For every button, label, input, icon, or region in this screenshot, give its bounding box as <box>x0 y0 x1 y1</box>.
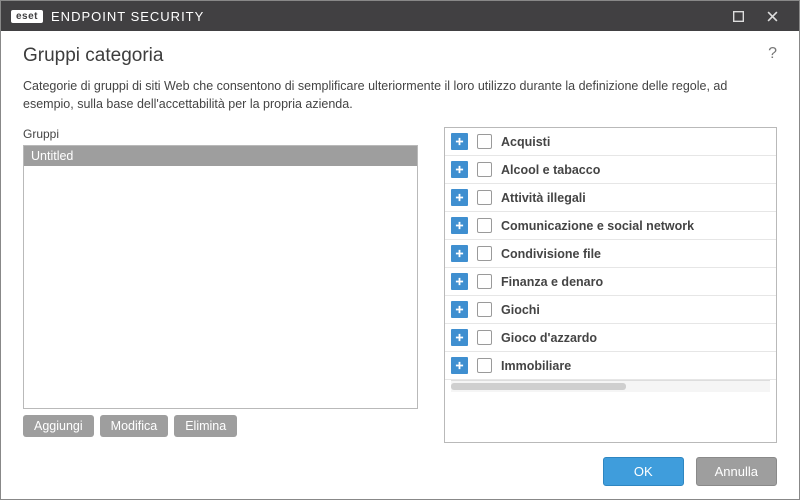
category-label: Comunicazione e social network <box>501 219 694 233</box>
category-row[interactable]: Acquisti <box>445 128 776 156</box>
category-row[interactable]: Alcool e tabacco <box>445 156 776 184</box>
category-row[interactable]: Giochi <box>445 296 776 324</box>
expand-icon[interactable] <box>451 245 468 262</box>
dialog-footer: OK Annulla <box>1 443 799 499</box>
list-item[interactable]: Untitled <box>24 146 417 166</box>
edit-button[interactable]: Modifica <box>100 415 169 437</box>
category-label: Immobiliare <box>501 359 571 373</box>
horizontal-scrollbar[interactable] <box>451 380 770 392</box>
category-checkbox[interactable] <box>477 134 492 149</box>
groups-listbox[interactable]: Untitled <box>23 145 418 409</box>
category-row[interactable]: Finanza e denaro <box>445 268 776 296</box>
category-label: Attività illegali <box>501 191 586 205</box>
cancel-button[interactable]: Annulla <box>696 457 777 486</box>
content-area: ? Gruppi categoria Categorie di gruppi d… <box>1 31 799 443</box>
category-label: Giochi <box>501 303 540 317</box>
category-row[interactable]: Attività illegali <box>445 184 776 212</box>
groups-actions: Aggiungi Modifica Elimina <box>23 415 418 437</box>
expand-icon[interactable] <box>451 133 468 150</box>
delete-button[interactable]: Elimina <box>174 415 237 437</box>
expand-icon[interactable] <box>451 189 468 206</box>
app-window: eset ENDPOINT SECURITY ? Gruppi categori… <box>0 0 800 500</box>
category-checkbox[interactable] <box>477 302 492 317</box>
category-label: Alcool e tabacco <box>501 163 600 177</box>
page-description: Categorie di gruppi di siti Web che cons… <box>23 77 777 113</box>
category-checkbox[interactable] <box>477 162 492 177</box>
categories-box: Acquisti Alcool e tabacco Attività illegal… <box>444 127 777 443</box>
ok-button[interactable]: OK <box>603 457 684 486</box>
category-row[interactable]: Condivisione file <box>445 240 776 268</box>
category-label: Acquisti <box>501 135 550 149</box>
category-label: Finanza e denaro <box>501 275 603 289</box>
add-button[interactable]: Aggiungi <box>23 415 94 437</box>
category-checkbox[interactable] <box>477 274 492 289</box>
category-label: Gioco d'azzardo <box>501 331 597 345</box>
brand-text: ENDPOINT SECURITY <box>51 9 204 24</box>
expand-icon[interactable] <box>451 161 468 178</box>
expand-icon[interactable] <box>451 273 468 290</box>
expand-icon[interactable] <box>451 329 468 346</box>
category-checkbox[interactable] <box>477 190 492 205</box>
maximize-button[interactable] <box>721 1 755 31</box>
expand-icon[interactable] <box>451 357 468 374</box>
brand-badge: eset <box>11 10 43 23</box>
columns: Gruppi Untitled Aggiungi Modifica Elimin… <box>23 127 777 443</box>
square-icon <box>733 11 744 22</box>
category-checkbox[interactable] <box>477 358 492 373</box>
categories-panel: Acquisti Alcool e tabacco Attività illegal… <box>444 127 777 443</box>
groups-label: Gruppi <box>23 127 418 141</box>
help-button[interactable]: ? <box>768 45 777 63</box>
category-checkbox[interactable] <box>477 330 492 345</box>
expand-icon[interactable] <box>451 301 468 318</box>
category-checkbox[interactable] <box>477 246 492 261</box>
expand-icon[interactable] <box>451 217 468 234</box>
category-row[interactable]: Gioco d'azzardo <box>445 324 776 352</box>
page-title: Gruppi categoria <box>23 45 777 67</box>
categories-list[interactable]: Acquisti Alcool e tabacco Attività illegal… <box>445 128 776 442</box>
category-checkbox[interactable] <box>477 218 492 233</box>
category-row[interactable]: Immobiliare <box>445 352 776 380</box>
close-button[interactable] <box>755 1 789 31</box>
titlebar: eset ENDPOINT SECURITY <box>1 1 799 31</box>
close-icon <box>767 11 778 22</box>
category-label: Condivisione file <box>501 247 601 261</box>
category-row[interactable]: Comunicazione e social network <box>445 212 776 240</box>
groups-panel: Gruppi Untitled Aggiungi Modifica Elimin… <box>23 127 418 443</box>
